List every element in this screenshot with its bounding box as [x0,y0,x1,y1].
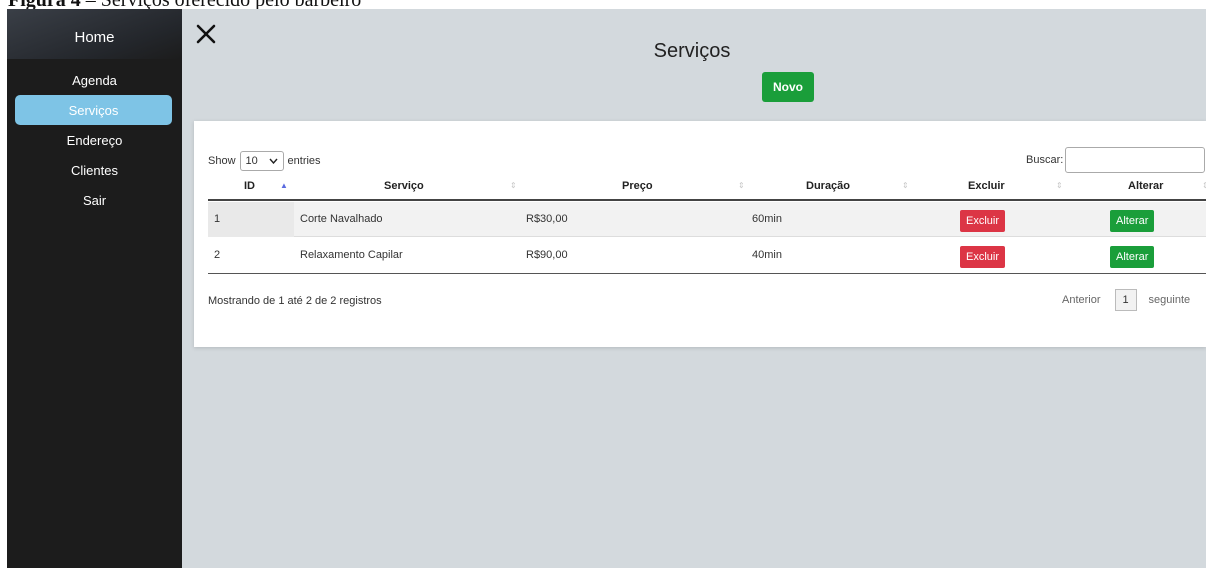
edit-button[interactable]: Alterar [1110,210,1155,232]
search-control: Buscar: [1026,147,1206,173]
column-header-alterar[interactable]: Alterar [1128,180,1163,192]
cell-servico: Corte Navalhado [300,213,383,225]
table-bottom-divider [208,273,1206,274]
delete-button[interactable]: Excluir [960,246,1006,268]
delete-button[interactable]: Excluir [960,210,1006,232]
pagination-page-1[interactable]: 1 [1114,289,1137,311]
sidebar-item-clientes[interactable]: Clientes [7,155,182,185]
services-table-card: Show 10 entries Buscar: ID ▲ Serviço ⇕ P… [194,121,1206,347]
sort-icon[interactable]: ⇕ [902,181,909,190]
header: Serviços Novo [182,9,1202,109]
column-header-preco[interactable]: Preço [622,180,653,192]
pagination-next[interactable]: seguinte [1149,294,1191,306]
cell-preco: R$90,00 [526,249,568,261]
sidebar-item-sair[interactable]: Sair [7,185,182,215]
column-header-id[interactable]: ID [244,180,255,192]
page-title: Serviços [653,40,731,62]
sidebar-item-endereco[interactable]: Endereço [7,125,182,155]
show-label: Show [208,155,236,167]
entries-select-value: 10 [245,155,258,167]
table-row: 2 Relaxamento Capilar R$90,00 40min Excl… [208,238,1206,273]
entries-select[interactable]: 10 [239,151,284,171]
chevron-down-icon [269,158,278,164]
sort-asc-icon[interactable]: ▲ [280,181,288,190]
cell-duracao: 40min [752,249,782,261]
cell-preco: R$30,00 [526,213,568,225]
table-row: 1 Corte Navalhado R$30,00 60min Excluir … [208,202,1206,237]
sort-icon[interactable]: ⇕ [738,181,745,190]
cell-id: 2 [214,249,221,261]
sort-icon[interactable]: ⇕ [510,181,517,190]
cell-servico: Relaxamento Capilar [300,249,403,261]
new-service-button[interactable]: Novo [762,72,814,102]
main-content: Serviços Novo Show 10 entries Buscar: ID… [182,9,1206,568]
sidebar-home[interactable]: Home [7,9,182,59]
sidebar-item-agenda[interactable]: Agenda [7,65,182,95]
sidebar: Home Agenda Serviços Endereço Clientes S… [7,9,182,568]
cell-id: 1 [208,202,294,237]
table-info: Mostrando de 1 até 2 de 2 registros [208,295,382,307]
table-header-divider [208,199,1206,201]
column-header-excluir[interactable]: Excluir [968,180,1005,192]
sort-icon[interactable]: ⇕ [1056,181,1063,190]
search-label: Buscar: [1026,154,1064,166]
entries-length-control: Show 10 entries [208,151,321,171]
edit-button[interactable]: Alterar [1110,246,1155,268]
column-header-duracao[interactable]: Duração [806,180,850,192]
figure-caption: Figura 4 – Serviços oferecido pelo barbe… [8,0,361,10]
sidebar-item-servicos[interactable]: Serviços [15,95,172,125]
sort-icon[interactable]: ⇕ [1202,181,1206,190]
cell-duracao: 60min [752,213,782,225]
pagination: Anterior 1 seguinte [1062,289,1190,311]
search-input[interactable] [1065,147,1206,173]
column-header-servico[interactable]: Serviço [384,180,424,192]
entries-label: entries [287,155,321,167]
pagination-previous[interactable]: Anterior [1062,294,1101,306]
